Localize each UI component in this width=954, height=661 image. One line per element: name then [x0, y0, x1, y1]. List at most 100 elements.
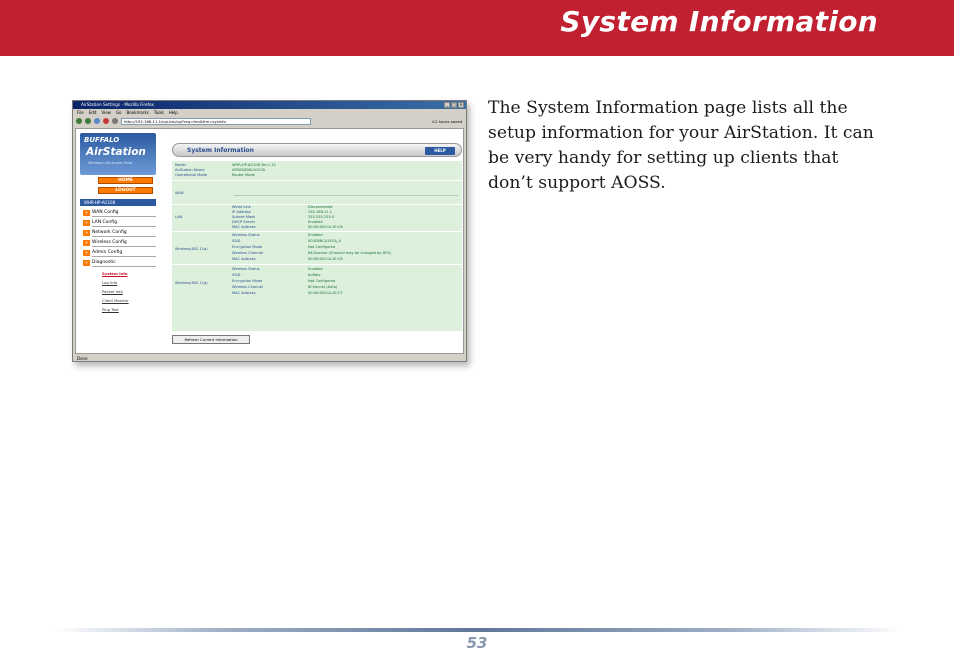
sidebar-item-label: Diagnostic — [92, 260, 116, 265]
help-label: HELP — [434, 148, 446, 153]
model-value: WHR-HP-AG108 Ver.1.32 — [232, 163, 276, 167]
lan-value: 255.255.255.0 — [308, 215, 335, 219]
operational-mode-value: Router Mode — [232, 173, 255, 177]
browser-screenshot: AirStation Settings - Mozilla Firefox _ … — [72, 100, 467, 362]
model-tag: WHR-HP-AG108 — [80, 199, 156, 206]
logout-button[interactable]: LOGOUT — [98, 187, 153, 194]
refresh-button[interactable]: Refresh Current Information — [172, 335, 250, 344]
browser-toolbar: http://192.168.11.1/cgi-bin/cgi?req=frm&… — [73, 116, 466, 126]
lan-value: 192.168.11.1 — [308, 210, 333, 214]
wireless-a-label: Encryption Mode — [232, 245, 263, 249]
body-paragraph: The System Information page lists all th… — [488, 98, 874, 193]
toolbar-status: 4.2 hours saved — [431, 118, 462, 124]
window-titlebar: AirStation Settings - Mozilla Firefox _ … — [73, 101, 466, 109]
sidebar-item-admin-config[interactable]: > Admin Config — [83, 249, 156, 257]
wireless-a-value: 00:0D:0B:CA:1E:C8 — [308, 257, 343, 261]
footer-rule — [52, 628, 902, 632]
minimize-icon[interactable]: _ — [444, 102, 450, 108]
forward-icon[interactable] — [85, 118, 91, 124]
sidebar-item-diagnostic[interactable]: > Diagnostic — [83, 259, 156, 267]
menu-file[interactable]: File — [77, 109, 84, 116]
row-divider — [172, 180, 462, 181]
lan-value: Disconnected — [308, 205, 333, 209]
lan-label: Subnet Mask — [232, 215, 256, 219]
back-icon[interactable] — [76, 118, 82, 124]
buffalo-logo: BUFFALO AirStation Wireless LAN Access P… — [80, 133, 156, 175]
help-button[interactable]: HELP — [425, 147, 455, 155]
logo-brand: BUFFALO — [84, 136, 120, 144]
wireless-g-value: 6Channel (Auto) — [308, 285, 338, 289]
wireless-a-value: Enabled — [308, 233, 323, 237]
model-label: Model — [175, 163, 186, 167]
menu-go[interactable]: Go — [116, 109, 122, 116]
chevron-right-icon: > — [83, 230, 90, 236]
browser-statusbar: Done — [73, 354, 466, 361]
menu-help[interactable]: Help — [169, 109, 178, 116]
sidebar-item-wan-config[interactable]: > WAN Config — [83, 209, 156, 217]
page-title: System Information — [560, 5, 878, 38]
maximize-icon[interactable]: □ — [451, 102, 457, 108]
lan-label: MAC Address — [232, 225, 256, 229]
wireless-a-label: SSID — [232, 239, 241, 243]
sidebar-item-network-config[interactable]: > Network Config — [83, 229, 156, 237]
router-page: BUFFALO AirStation Wireless LAN Access P… — [75, 128, 464, 354]
lan-value: 00:0D:0B:CA:1E:C6 — [308, 225, 343, 229]
airstation-name-value: AP000D0BCA1E26 — [232, 168, 266, 172]
url-input[interactable]: http://192.168.11.1/cgi-bin/cgi?req=frm&… — [121, 117, 311, 125]
submenu-system-info[interactable]: System Info — [102, 271, 128, 276]
info-table: Model WHR-HP-AG108 Ver.1.32 AirStation N… — [172, 161, 462, 331]
chevron-right-icon: > — [83, 220, 90, 226]
lan-value: Enabled — [308, 220, 323, 224]
refresh-label: Refresh Current Information — [184, 337, 238, 342]
wireless-g-section-label: Wireless(802.11g) — [175, 281, 208, 285]
lan-label: IP Address — [232, 210, 251, 214]
submenu-client-monitor[interactable]: Client Monitor — [102, 298, 129, 303]
logout-label: LOGOUT — [115, 188, 136, 193]
system-info-panel: System Information HELP Model WHR-HP-AG1… — [172, 143, 462, 351]
wireless-a-label: Wireless Channel — [232, 251, 263, 255]
home-button[interactable]: HOME — [98, 177, 153, 184]
chevron-right-icon: > — [83, 260, 90, 266]
row-divider — [234, 195, 458, 196]
logo-subtitle: Wireless LAN Access Point — [88, 161, 133, 165]
menu-edit[interactable]: Edit — [89, 109, 97, 116]
row-divider — [172, 231, 462, 232]
lan-section-label: LAN — [175, 215, 183, 219]
window-title: AirStation Settings - Mozilla Firefox — [81, 102, 154, 107]
close-icon[interactable]: × — [458, 102, 464, 108]
wireless-a-value: 000D0BCA1ECA_A — [308, 239, 342, 243]
wireless-a-label: MAC Address — [232, 257, 256, 261]
wireless-g-value: buffalo — [308, 273, 321, 277]
wireless-a-label: Wireless Status — [232, 233, 260, 237]
wireless-g-label: Wireless Status — [232, 267, 260, 271]
submenu-packet-info[interactable]: Packet Info — [102, 289, 123, 294]
wireless-a-section-label: Wireless(802.11a) — [175, 247, 208, 251]
wireless-a-value: Not Configured — [308, 245, 336, 249]
chevron-right-icon: > — [83, 240, 90, 246]
reload-icon[interactable] — [94, 118, 100, 124]
header-bar: System Information — [0, 0, 954, 56]
wireless-g-value: 00:0D:0B:CA:1E:C7 — [308, 291, 343, 295]
lan-label: Wired Link — [232, 205, 251, 209]
wireless-g-label: Encryption Mode — [232, 279, 263, 283]
wireless-g-label: SSID — [232, 273, 241, 277]
menu-bookmarks[interactable]: Bookmarks — [127, 109, 149, 116]
home-icon[interactable] — [112, 118, 118, 124]
router-sidebar: BUFFALO AirStation Wireless LAN Access P… — [76, 129, 160, 353]
wireless-g-label: Wireless Channel — [232, 285, 263, 289]
sidebar-item-label: Network Config — [92, 230, 127, 235]
sidebar-item-label: WAN Config — [92, 210, 119, 215]
chevron-right-icon: > — [83, 210, 90, 216]
sidebar-item-label: LAN Config — [92, 220, 117, 225]
submenu-ping-test[interactable]: Ping Test — [102, 307, 119, 312]
airstation-name-label: AirStation Name — [175, 168, 205, 172]
submenu-log-info[interactable]: Log Info — [102, 280, 117, 285]
wireless-g-value: Enabled — [308, 267, 323, 271]
sidebar-item-lan-config[interactable]: > LAN Config — [83, 219, 156, 227]
status-text: Done — [77, 356, 88, 361]
sidebar-item-wireless-config[interactable]: > Wireless Config — [83, 239, 156, 247]
panel-header: System Information HELP — [172, 143, 462, 157]
stop-icon[interactable] — [103, 118, 109, 124]
menu-tools[interactable]: Tools — [154, 109, 164, 116]
menu-view[interactable]: View — [101, 109, 111, 116]
